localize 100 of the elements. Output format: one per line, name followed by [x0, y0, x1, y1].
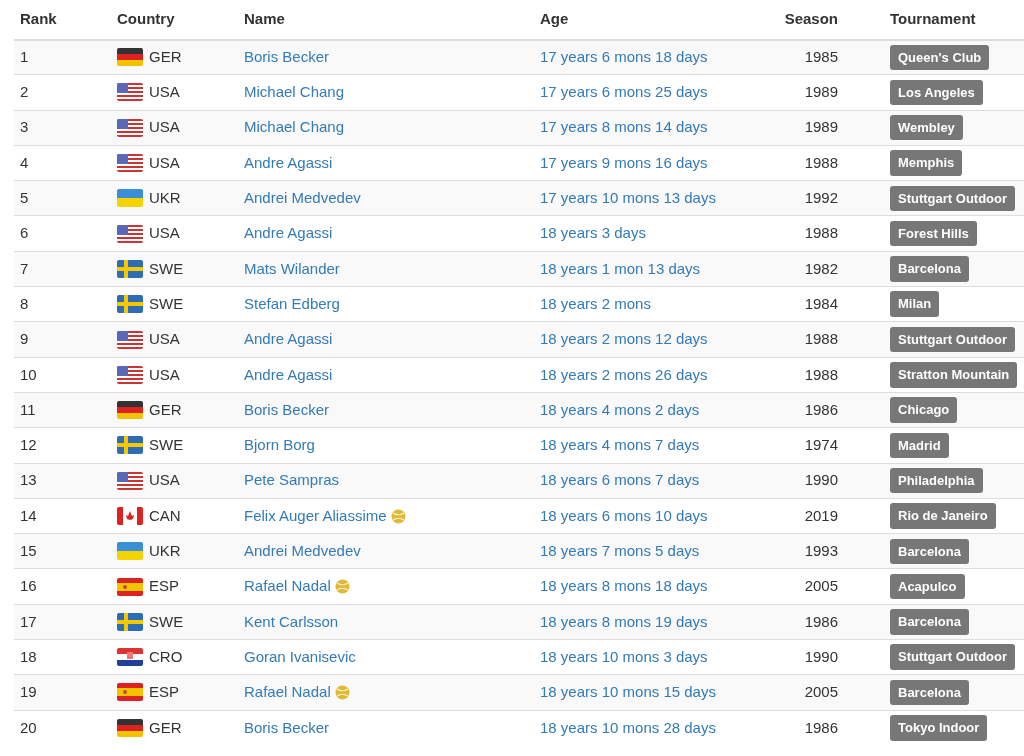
season-cell: 1992: [744, 180, 884, 216]
season-cell: 1986: [744, 392, 884, 428]
column-header: Name: [238, 0, 534, 40]
rank-cell: 1: [14, 39, 111, 75]
rank-cell: 17: [14, 604, 111, 640]
tournament-badge: Milan: [890, 291, 940, 317]
age-link[interactable]: 18 years 4 mons 7 days: [540, 436, 700, 454]
rank-cell: 10: [14, 357, 111, 393]
player-link[interactable]: Boris Becker: [244, 398, 330, 422]
country-code: ESP: [149, 576, 179, 597]
tournament-badge: Wembley: [890, 115, 963, 141]
player-link[interactable]: Stefan Edberg: [244, 292, 340, 316]
age-link[interactable]: 18 years 2 mons 26 days: [540, 365, 708, 383]
age-link[interactable]: 18 years 6 mons 7 days: [540, 471, 700, 489]
tournament-badge: Stuttgart Outdoor: [890, 326, 1016, 353]
tournament-badge: Madrid: [890, 432, 949, 459]
tournament-badge: Barcelona: [890, 256, 969, 282]
tournament-badge: Barcelona: [890, 679, 969, 706]
country-code: CAN: [149, 505, 181, 526]
country-code: USA: [149, 470, 180, 491]
player-link[interactable]: Kent Carlsson: [244, 610, 339, 634]
player-link[interactable]: Michael Chang: [244, 116, 345, 139]
player-link[interactable]: Andre Agassi: [244, 328, 333, 351]
age-link[interactable]: 18 years 6 mons 10 days: [540, 506, 708, 524]
rank-cell: 11: [14, 392, 111, 428]
age-link[interactable]: 18 years 8 mons 19 days: [540, 612, 708, 630]
age-link[interactable]: 18 years 8 mons 18 days: [540, 577, 708, 595]
rank-cell: 13: [14, 463, 111, 499]
season-cell: 1986: [744, 710, 884, 746]
season-cell: 1988: [744, 145, 884, 181]
tournament-badge: Rio de Janeiro: [890, 503, 996, 529]
season-cell: 1989: [744, 74, 884, 111]
player-link[interactable]: Andre Agassi: [244, 363, 333, 387]
age-link[interactable]: 18 years 7 mons 5 days: [540, 542, 700, 560]
country-code: UKR: [149, 541, 181, 562]
country-code: GER: [149, 47, 182, 68]
rank-cell: 9: [14, 321, 111, 358]
country-code: USA: [149, 223, 180, 244]
tournament-badge: Barcelona: [890, 538, 969, 565]
rank-cell: 2: [14, 74, 111, 111]
age-link[interactable]: 18 years 10 mons 28 days: [540, 718, 716, 736]
country-code: GER: [149, 399, 182, 420]
age-link[interactable]: 17 years 6 mons 18 days: [540, 48, 708, 66]
country-code: USA: [149, 329, 180, 350]
age-link[interactable]: 17 years 6 mons 25 days: [540, 83, 708, 101]
player-link[interactable]: Boris Becker: [244, 46, 330, 69]
age-link[interactable]: 18 years 2 mons: [540, 294, 651, 312]
tournament-badge: Stuttgart Outdoor: [890, 185, 1016, 212]
season-cell: 1993: [744, 533, 884, 569]
player-link[interactable]: Felix Auger Aliassime: [244, 504, 387, 528]
rank-cell: 18: [14, 639, 111, 675]
player-link[interactable]: Rafael Nadal: [244, 681, 331, 704]
rank-cell: 4: [14, 145, 111, 181]
country-code: GER: [149, 717, 182, 738]
player-link[interactable]: Mats Wilander: [244, 257, 340, 281]
rank-cell: 6: [14, 216, 111, 252]
player-link[interactable]: Andrei Medvedev: [244, 540, 361, 563]
age-link[interactable]: 17 years 9 mons 16 days: [540, 153, 708, 171]
player-link[interactable]: Andre Agassi: [244, 222, 333, 245]
season-cell: 1990: [744, 463, 884, 499]
country-code: USA: [149, 364, 180, 385]
season-cell: 1990: [744, 639, 884, 675]
tournament-badge: Stuttgart Outdoor: [890, 644, 1016, 670]
age-link[interactable]: 18 years 10 mons 3 days: [540, 647, 708, 665]
player-link[interactable]: Boris Becker: [244, 716, 330, 740]
age-link[interactable]: 17 years 10 mons 13 days: [540, 189, 716, 207]
season-cell: 2019: [744, 498, 884, 534]
country-code: SWE: [149, 293, 184, 314]
country-code: SWE: [149, 611, 184, 632]
age-link[interactable]: 18 years 4 mons 2 days: [540, 400, 700, 418]
season-cell: 1982: [744, 251, 884, 287]
country-code: USA: [149, 152, 180, 173]
rank-cell: 3: [14, 110, 111, 146]
age-link[interactable]: 18 years 1 mon 13 days: [540, 259, 701, 277]
player-link[interactable]: Andrei Medvedev: [244, 187, 361, 210]
tournament-badge: Tokyo Indoor: [890, 715, 988, 741]
tournament-badge: Philadelphia: [890, 467, 983, 494]
player-link[interactable]: Bjorn Borg: [244, 434, 315, 457]
season-cell: 1984: [744, 286, 884, 322]
season-cell: 1974: [744, 427, 884, 464]
rank-cell: 19: [14, 674, 111, 711]
player-link[interactable]: Rafael Nadal: [244, 575, 331, 598]
tournament-badge: Stratton Mountain: [890, 362, 1018, 388]
player-link[interactable]: Pete Sampras: [244, 469, 340, 492]
season-cell: 2005: [744, 568, 884, 605]
age-link[interactable]: 17 years 8 mons 14 days: [540, 118, 708, 136]
player-link[interactable]: Goran Ivanisevic: [244, 645, 356, 669]
rank-cell: 7: [14, 251, 111, 287]
age-link[interactable]: 18 years 10 mons 15 days: [540, 683, 716, 701]
age-link[interactable]: 18 years 2 mons 12 days: [540, 330, 708, 348]
tournament-badge: Forest Hills: [890, 220, 977, 247]
country-code: UKR: [149, 188, 181, 209]
player-link[interactable]: Michael Chang: [244, 81, 345, 104]
season-cell: 1989: [744, 110, 884, 146]
player-link[interactable]: Andre Agassi: [244, 151, 333, 175]
season-cell: 1986: [744, 604, 884, 640]
tournament-badge: Chicago: [890, 397, 958, 423]
column-header: Age: [534, 0, 744, 40]
season-cell: 1988: [744, 321, 884, 358]
age-link[interactable]: 18 years 3 days: [540, 224, 646, 242]
